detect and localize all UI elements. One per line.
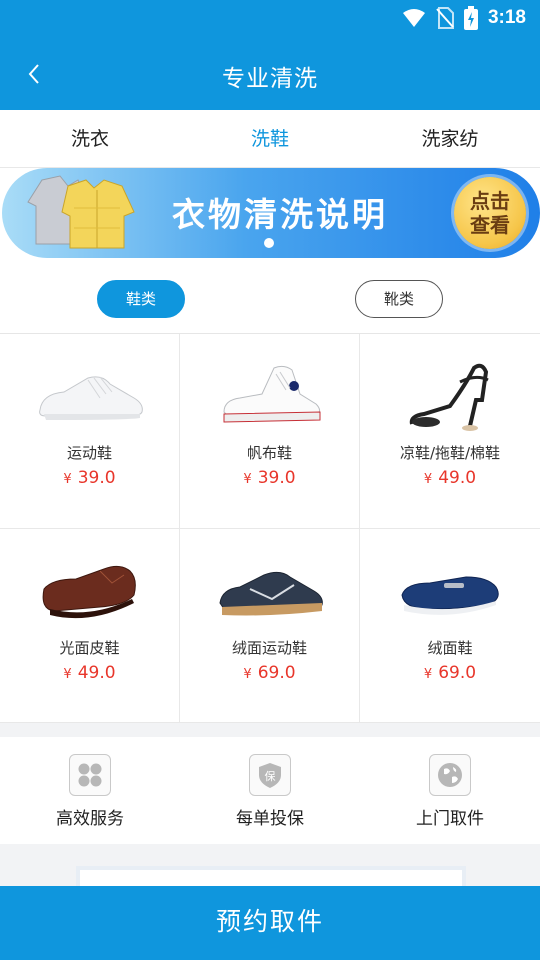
product-card[interactable]: 绒面运动鞋 ¥69.0 — [180, 529, 360, 723]
product-name: 凉鞋/拖鞋/棉鞋 — [399, 444, 501, 462]
category-tabs: 洗衣 洗鞋 洗家纺 — [0, 110, 540, 168]
brown-leather-shoe-image — [42, 565, 136, 619]
svg-text:保: 保 — [265, 769, 276, 783]
tab-shoe-wash[interactable]: 洗鞋 — [180, 110, 360, 167]
feature-label: 每单投保 — [236, 809, 304, 829]
price-value: 69.0 — [257, 663, 296, 683]
price-value: 49.0 — [438, 468, 477, 488]
product-name: 帆布鞋 — [246, 444, 292, 462]
status-icons: 3:18 — [402, 6, 526, 30]
currency-symbol: ¥ — [243, 667, 252, 682]
tab-home-textiles[interactable]: 洗家纺 — [360, 110, 540, 167]
product-card[interactable]: 运动鞋 ¥39.0 — [0, 334, 180, 529]
type-filter-bar: 鞋类 靴类 — [0, 266, 540, 334]
banner-cta-line1: 点击 — [470, 189, 510, 213]
black-sandal-image — [409, 363, 489, 431]
app-bar: 专业清洗 — [0, 36, 540, 110]
suede-loafer-image — [401, 576, 499, 615]
price-value: 69.0 — [438, 663, 477, 683]
price-value: 39.0 — [257, 468, 296, 488]
currency-symbol: ¥ — [423, 472, 433, 487]
product-price: ¥39.0 — [180, 468, 359, 488]
product-name: 绒面鞋 — [427, 639, 473, 657]
currency-symbol: ¥ — [63, 667, 72, 682]
feature-label: 高效服务 — [56, 809, 124, 829]
currency-symbol: ¥ — [63, 472, 72, 487]
status-time: 3:18 — [487, 7, 526, 28]
banner-cta-line2: 查看 — [470, 213, 510, 237]
product-grid: 运动鞋 ¥39.0 帆布鞋 ¥39.0 凉鞋/拖鞋/棉鞋 ¥49.0 光面皮鞋 … — [0, 334, 540, 723]
feature-efficient-service: 高效服务 — [0, 737, 180, 844]
banner-carousel: 衣物清洗说明 点击 查看 — [0, 168, 540, 266]
product-price: ¥49.0 — [0, 663, 179, 683]
product-name: 绒面运动鞋 — [231, 639, 307, 657]
feature-door-pickup: 上门取件 — [360, 737, 540, 844]
product-card[interactable]: 绒面鞋 ¥69.0 — [360, 529, 540, 723]
white-sneaker-image — [39, 376, 143, 420]
product-price: ¥49.0 — [360, 468, 540, 488]
carousel-indicator-dot — [264, 238, 274, 248]
currency-symbol: ¥ — [423, 667, 433, 682]
canvas-shoe-image — [223, 365, 321, 423]
wifi-icon — [402, 9, 425, 27]
tab-laundry[interactable]: 洗衣 — [0, 110, 180, 167]
product-card[interactable]: 凉鞋/拖鞋/棉鞋 ¥49.0 — [360, 334, 540, 529]
feature-label: 上门取件 — [416, 809, 484, 829]
feature-insured: 保 每单投保 — [180, 737, 360, 844]
product-price: ¥39.0 — [0, 468, 179, 488]
product-name: 运动鞋 — [66, 444, 112, 462]
price-value: 49.0 — [77, 663, 116, 683]
price-value: 39.0 — [77, 468, 116, 488]
grid-petals-icon — [69, 754, 111, 796]
banner-slide[interactable]: 衣物清洗说明 点击 查看 — [2, 168, 540, 258]
book-pickup-button[interactable]: 预约取件 — [0, 886, 540, 960]
service-features: 高效服务 保 每单投保 上门取件 — [0, 737, 540, 844]
product-name: 光面皮鞋 — [59, 639, 120, 657]
banner-view-button[interactable]: 点击 查看 — [454, 177, 526, 249]
no-sim-icon — [436, 7, 454, 29]
suede-sneaker-image — [219, 571, 323, 616]
shield-icon: 保 — [249, 754, 291, 796]
filter-shoes-chip[interactable]: 鞋类 — [97, 280, 185, 318]
banner-title: 衣物清洗说明 — [172, 195, 388, 234]
product-price: ¥69.0 — [360, 663, 540, 683]
status-bar: 3:18 — [0, 0, 540, 36]
currency-symbol: ¥ — [243, 472, 252, 487]
jackets-image — [27, 175, 135, 249]
battery-charging-icon — [463, 6, 478, 30]
filter-boots-chip[interactable]: 靴类 — [355, 280, 443, 318]
product-price: ¥69.0 — [180, 663, 359, 683]
globe-icon — [429, 754, 471, 796]
page-title: 专业清洗 — [222, 66, 318, 92]
product-card[interactable]: 光面皮鞋 ¥49.0 — [0, 529, 180, 723]
product-card[interactable]: 帆布鞋 ¥39.0 — [180, 334, 360, 529]
